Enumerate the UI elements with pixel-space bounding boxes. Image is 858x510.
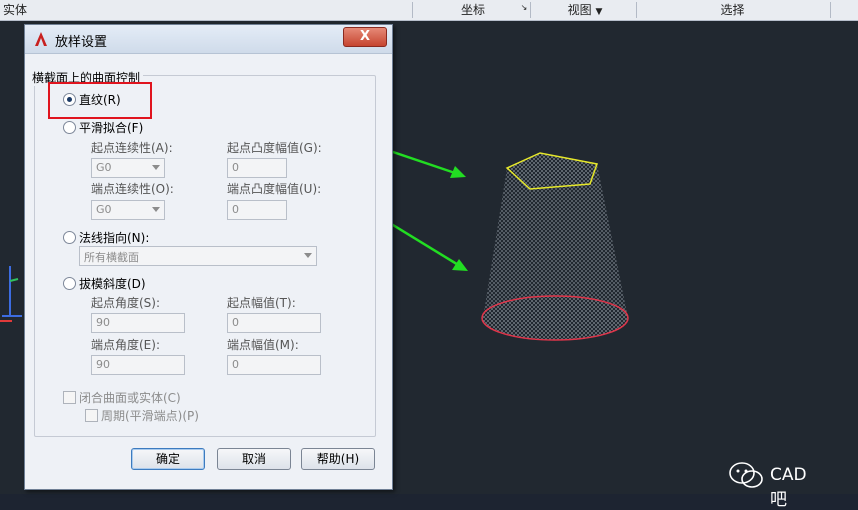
smooth-fit-radio[interactable] (63, 121, 76, 134)
start-continuity-value: G0 (96, 161, 112, 174)
ribbon-separator (636, 2, 637, 18)
ruled-radio[interactable] (63, 93, 76, 106)
help-button[interactable]: 帮助(H) (301, 448, 375, 470)
ribbon-separator (530, 2, 531, 18)
panel-expand-icon[interactable]: ↘ (520, 3, 528, 13)
ruled-label[interactable]: 直纹(R) (79, 91, 121, 108)
ribbon-view-label: 视图 (567, 3, 592, 17)
end-bulge-label: 端点凸度幅值(U): (227, 182, 322, 196)
end-bulge-value: 0 (232, 203, 239, 216)
start-angle-field: 90 (91, 313, 185, 333)
start-continuity-label: 起点连续性(A): (91, 141, 173, 155)
normal-to-select: 所有横截面 (79, 246, 317, 266)
ribbon-coordinates-label: 坐标 (460, 3, 485, 17)
close-icon: X (359, 29, 371, 44)
autocad-a-icon (35, 32, 47, 46)
ribbon-panel-view[interactable]: 视图 ▼ (540, 0, 630, 20)
periodic-checkbox[interactable] (85, 409, 98, 422)
chevron-down-icon (152, 207, 160, 212)
watermark-text: CAD吧 (770, 465, 807, 510)
chevron-down-icon: ▼ (595, 7, 603, 17)
chevron-down-icon (152, 165, 160, 170)
ok-button[interactable]: 确定 (131, 448, 205, 470)
start-angle-label: 起点角度(S): (91, 296, 161, 310)
start-bulge-value: 0 (232, 161, 239, 174)
start-bulge-label: 起点凸度幅值(G): (227, 141, 322, 155)
end-continuity-value: G0 (96, 203, 112, 216)
end-angle-field: 90 (91, 355, 185, 375)
start-magnitude-value: 0 (232, 316, 239, 329)
end-continuity-label: 端点连续性(O): (91, 182, 174, 196)
ribbon-tab-solid[interactable]: 实体 (0, 0, 30, 20)
ribbon-bar: 实体 坐标 ↘ 视图 ▼ 选择 (0, 0, 858, 21)
normal-to-value: 所有横截面 (84, 251, 139, 264)
dialog-title: 放样设置 (55, 35, 108, 50)
start-magnitude-field: 0 (227, 313, 321, 333)
drawing-viewport[interactable]: CAD吧 放样设置 X 横截面上的曲面控制 直纹(R) 平滑拟合(F) 起点连续… (0, 21, 858, 510)
close-surface-label: 闭合曲面或实体(C) (79, 391, 181, 405)
draft-angles-label[interactable]: 拔模斜度(D) (79, 275, 146, 292)
periodic-label: 周期(平滑端点)(P) (101, 409, 199, 423)
smooth-fit-label[interactable]: 平滑拟合(F) (79, 119, 143, 136)
end-angle-label: 端点角度(E): (91, 338, 160, 352)
end-magnitude-label: 端点幅值(M): (227, 338, 299, 352)
start-magnitude-label: 起点幅值(T): (227, 296, 296, 310)
end-magnitude-field: 0 (227, 355, 321, 375)
close-button[interactable]: X (343, 27, 387, 47)
chevron-down-icon (304, 253, 312, 258)
start-bulge-field: 0 (227, 158, 287, 178)
draft-angles-radio[interactable] (63, 277, 76, 290)
ribbon-panel-select[interactable]: 选择 (640, 0, 825, 20)
end-bulge-field: 0 (227, 200, 287, 220)
ribbon-separator (412, 2, 413, 18)
dialog-titlebar[interactable]: 放样设置 X (25, 25, 392, 54)
start-continuity-select: G0 (91, 158, 165, 178)
cancel-button[interactable]: 取消 (217, 448, 291, 470)
normal-to-label[interactable]: 法线指向(N): (79, 229, 149, 246)
wechat-icon (729, 462, 763, 488)
close-surface-checkbox[interactable] (63, 391, 76, 404)
ribbon-panel-coordinates[interactable]: 坐标 (418, 0, 528, 20)
normal-to-radio[interactable] (63, 231, 76, 244)
bottom-circle-profile (481, 295, 629, 341)
end-magnitude-value: 0 (232, 358, 239, 371)
ribbon-separator (830, 2, 831, 18)
end-angle-value: 90 (96, 358, 110, 371)
watermark: CAD吧 (728, 461, 807, 510)
end-continuity-select: G0 (91, 200, 165, 220)
start-angle-value: 90 (96, 316, 110, 329)
ucs-axis-icon (0, 266, 22, 322)
loft-settings-dialog: 放样设置 X 横截面上的曲面控制 直纹(R) 平滑拟合(F) 起点连续性(A):… (24, 24, 393, 490)
